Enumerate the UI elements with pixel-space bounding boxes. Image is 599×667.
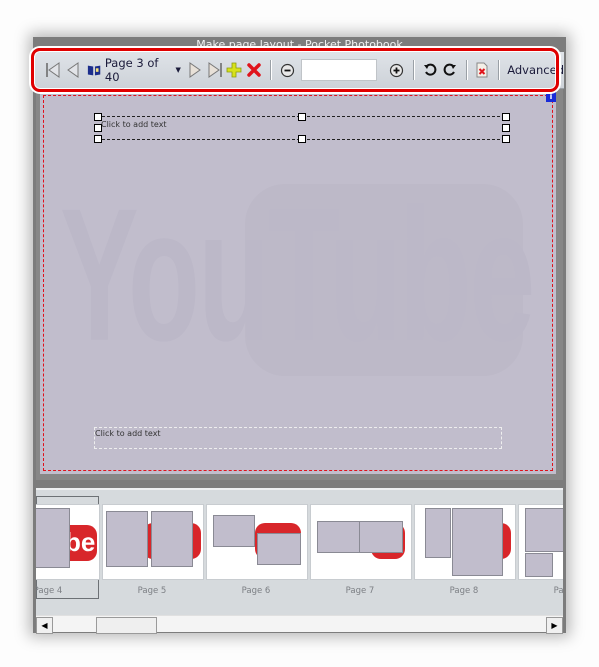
advanced-button[interactable]: Advanced	[505, 57, 564, 83]
top-text-placeholder: Click to add text	[101, 120, 167, 129]
zoom-level-input[interactable]	[301, 59, 378, 81]
thumbnail-label: Page 5	[137, 586, 167, 596]
remove-image-icon	[476, 62, 488, 78]
zoom-in-button[interactable]	[387, 57, 407, 83]
page-selector-dropdown[interactable]: Page 3 of 40 ▼	[83, 56, 185, 84]
thumbnail-label: Page 6	[241, 586, 271, 596]
rotate-right-button[interactable]	[440, 57, 460, 83]
thumbnail-label: Page 7	[345, 586, 375, 596]
next-page-button[interactable]	[185, 57, 205, 83]
resize-handle[interactable]	[502, 124, 510, 132]
delete-x-icon	[247, 63, 262, 77]
delete-page-button[interactable]	[244, 57, 264, 83]
zoom-in-icon	[390, 63, 404, 77]
photo-slot	[359, 521, 403, 553]
photo-slot	[257, 533, 301, 565]
toolbar-separator	[270, 60, 272, 80]
resize-handle[interactable]	[502, 135, 510, 143]
resize-handle[interactable]	[94, 113, 102, 121]
photo-slot	[106, 511, 148, 567]
page-toolbar: Page 3 of 40 ▼ Advanced	[35, 52, 564, 89]
photobook-window: Make page layout - Pocket Photobook Page…	[31, 37, 566, 634]
bottom-text-placeholder: Click to add text	[95, 429, 161, 438]
thumbnail-page-5[interactable]	[102, 504, 204, 580]
photo-slot	[425, 508, 451, 558]
rotate-clockwise-icon	[443, 63, 456, 76]
thumbnail-page-6[interactable]	[206, 504, 308, 580]
photo-slot	[36, 508, 70, 568]
toolbar-separator	[498, 60, 500, 80]
thumbnail-page-9[interactable]	[518, 504, 563, 580]
scroll-right-button[interactable]: ▶	[546, 617, 563, 634]
photo-slot	[213, 515, 255, 547]
rotate-left-button[interactable]	[420, 57, 440, 83]
resize-handle[interactable]	[94, 124, 102, 132]
remove-image-button[interactable]	[472, 57, 492, 83]
photo-slot	[525, 508, 563, 552]
thumbnail-label: Page 4	[36, 586, 63, 596]
resize-handle[interactable]	[298, 135, 306, 143]
add-page-button[interactable]	[225, 57, 245, 83]
thumbnail-label: Page 8	[449, 586, 479, 596]
page-canvas-area: YouTube i Click to add text Click to add…	[36, 89, 563, 480]
chevron-down-icon: ▼	[175, 66, 181, 74]
info-icon[interactable]: i	[546, 92, 556, 102]
previous-page-button[interactable]	[63, 57, 83, 83]
photo-slot	[525, 553, 553, 577]
resize-handle[interactable]	[94, 135, 102, 143]
photo-slot	[317, 521, 361, 553]
toolbar-separator	[412, 60, 414, 80]
scrollbar-thumb[interactable]	[96, 617, 157, 634]
photo-slot	[452, 508, 503, 576]
window-title: Make page layout - Pocket Photobook	[196, 38, 403, 51]
thumbnail-label: Page 9	[553, 586, 563, 596]
scroll-left-button[interactable]: ◀	[36, 617, 53, 634]
bottom-text-box[interactable]: Click to add text	[94, 427, 502, 449]
resize-handle[interactable]	[502, 113, 510, 121]
thumbnail-page-4[interactable]: be	[36, 504, 100, 580]
zoom-out-button[interactable]	[277, 57, 297, 83]
book-icon	[87, 65, 100, 75]
photo-slot	[151, 511, 193, 567]
last-page-button[interactable]	[205, 57, 225, 83]
thumbnail-page-8[interactable]	[414, 504, 516, 580]
rotate-counterclockwise-icon	[423, 63, 437, 76]
last-page-icon	[208, 62, 222, 78]
first-page-icon	[46, 62, 60, 78]
zoom-out-icon	[280, 63, 294, 77]
horizontal-scrollbar[interactable]: ◀ ▶	[36, 615, 563, 634]
page-canvas[interactable]: YouTube i Click to add text Click to add…	[40, 92, 556, 474]
toolbar-separator	[465, 60, 467, 80]
resize-handle[interactable]	[298, 113, 306, 121]
thumbnail-page-7[interactable]	[310, 504, 412, 580]
previous-page-icon	[66, 62, 79, 78]
page-thumbnail-strip: be Page 4 Page 5 Page 6 Page 7 Page 8 Pa	[36, 488, 563, 615]
safe-area-border	[43, 95, 553, 471]
first-page-button[interactable]	[43, 57, 63, 83]
plus-icon	[227, 62, 242, 78]
page-indicator: Page 3 of 40	[104, 56, 159, 84]
next-page-icon	[189, 62, 201, 78]
title-bar: Make page layout - Pocket Photobook	[33, 37, 566, 53]
